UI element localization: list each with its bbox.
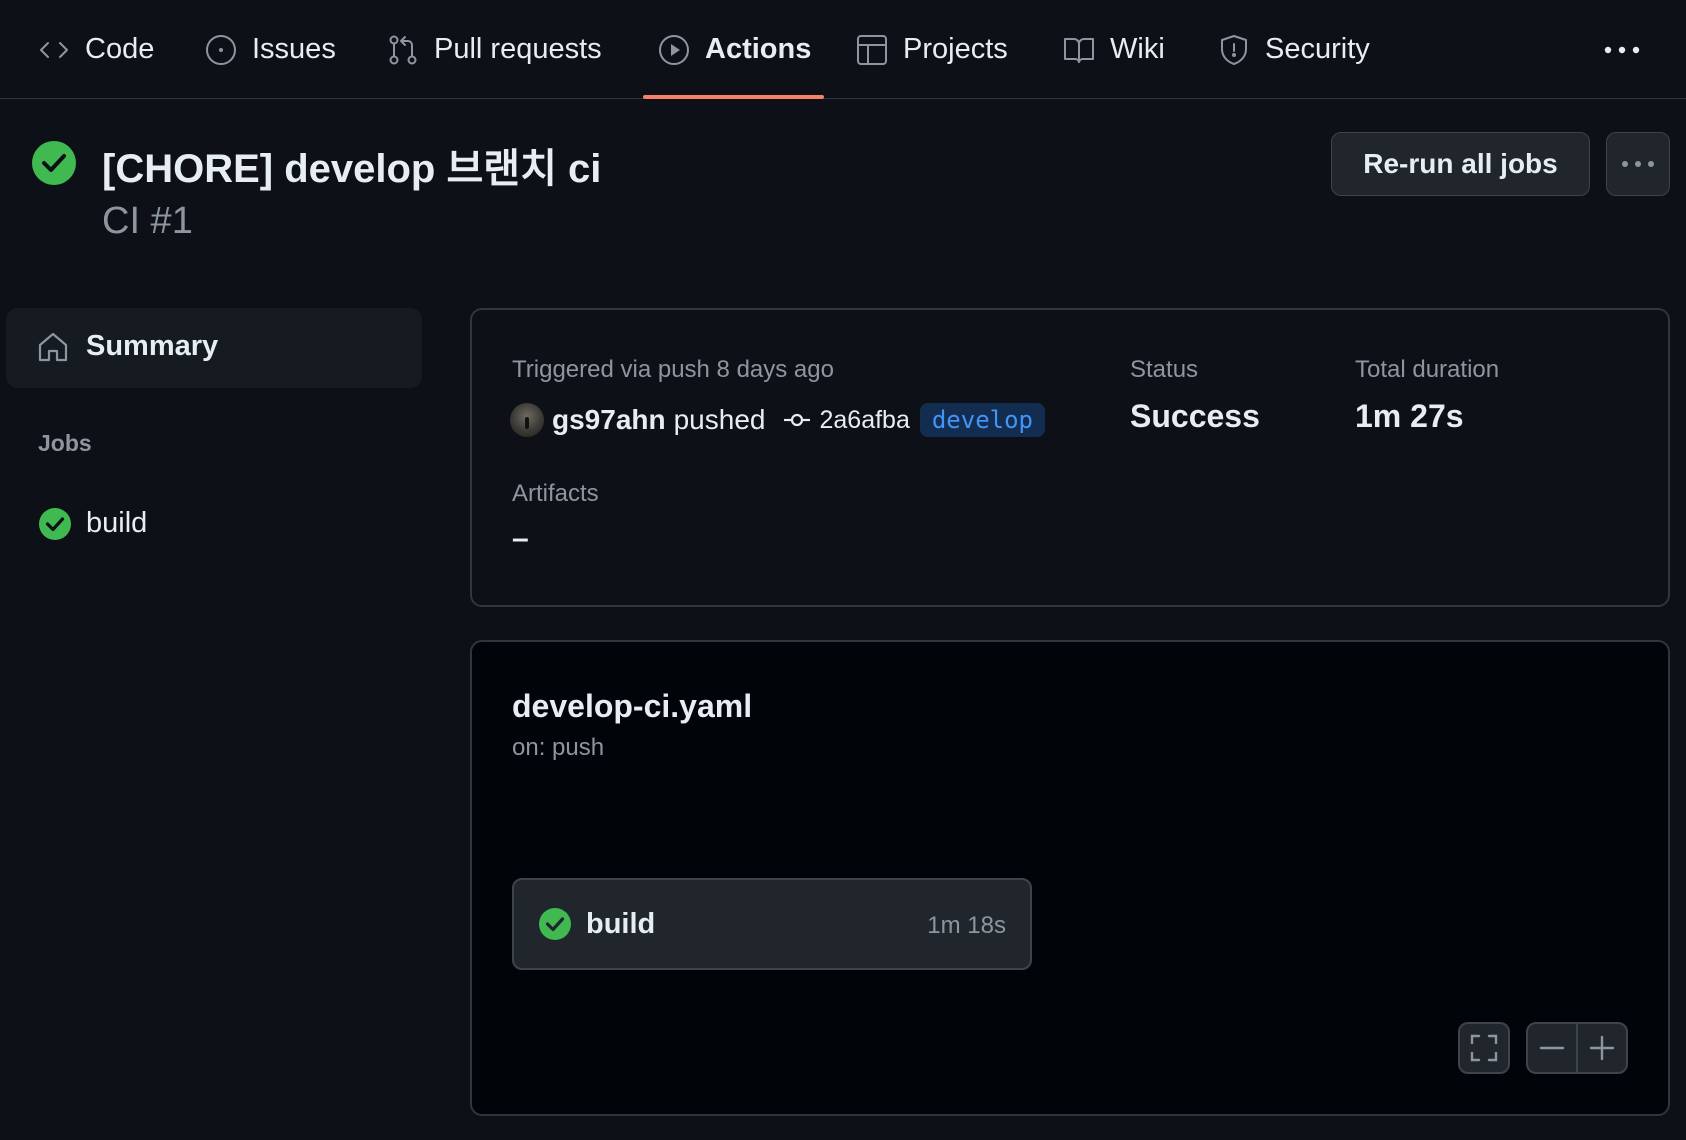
- plus-icon: [1589, 1035, 1615, 1061]
- workflow-trigger: on: push: [512, 734, 605, 761]
- tab-issues[interactable]: Issues: [204, 0, 336, 99]
- tab-code-label: Code: [85, 33, 155, 65]
- check-circle-fill-icon: [538, 907, 572, 941]
- actor-link[interactable]: gs97ahn: [552, 404, 666, 436]
- issue-opened-icon: [204, 33, 238, 67]
- tab-pull-requests[interactable]: Pull requests: [386, 0, 602, 99]
- tab-wiki-label: Wiki: [1110, 33, 1165, 65]
- total-duration-label: Total duration: [1355, 356, 1500, 383]
- status-value: Success: [1130, 398, 1260, 434]
- table-icon: [855, 33, 889, 67]
- tab-projects[interactable]: Projects: [855, 0, 1008, 99]
- dash-icon: [1539, 1035, 1565, 1061]
- run-subtitle: CI #1: [102, 200, 193, 242]
- tab-pull-requests-label: Pull requests: [434, 33, 602, 65]
- push-info: gs97ahn pushed 2a6afba develop: [510, 400, 1046, 440]
- nav-more-button[interactable]: [1600, 30, 1644, 70]
- avatar[interactable]: [510, 403, 544, 437]
- sidebar-item-summary[interactable]: Summary: [6, 308, 422, 388]
- tab-issues-label: Issues: [252, 33, 336, 65]
- home-icon: [36, 330, 70, 364]
- sidebar-summary-label: Summary: [86, 330, 219, 362]
- zoom-in-button[interactable]: [1576, 1022, 1628, 1074]
- repo-nav: Code Issues Pull requests Actions Projec…: [0, 0, 1686, 99]
- code-icon: [37, 33, 71, 67]
- tab-actions-label: Actions: [705, 33, 812, 65]
- check-circle-fill-icon: [31, 140, 77, 186]
- workflow-job-duration: 1m 18s: [927, 912, 1006, 939]
- commit-sha-link[interactable]: 2a6afba: [819, 406, 909, 435]
- run-more-button[interactable]: [1606, 132, 1670, 196]
- fullscreen-button[interactable]: [1458, 1022, 1510, 1074]
- tab-projects-label: Projects: [903, 33, 1008, 65]
- sidebar-job-label: build: [86, 507, 148, 539]
- tab-wiki[interactable]: Wiki: [1062, 0, 1165, 99]
- workflow-job-build[interactable]: build 1m 18s: [512, 878, 1032, 970]
- kebab-horizontal-icon: [1604, 45, 1640, 55]
- shield-icon: [1217, 33, 1251, 67]
- check-circle-fill-icon: [38, 507, 72, 541]
- sidebar-item-job-build[interactable]: build: [6, 494, 422, 554]
- tab-code[interactable]: Code: [37, 0, 154, 99]
- push-action-text: pushed: [673, 404, 766, 435]
- tab-security-label: Security: [1265, 33, 1370, 65]
- git-commit-icon: [783, 410, 811, 430]
- git-pull-request-icon: [386, 33, 420, 67]
- tab-actions[interactable]: Actions: [657, 0, 811, 99]
- total-duration-value: 1m 27s: [1355, 398, 1464, 434]
- run-summary-card: [470, 308, 1670, 607]
- jobs-heading: Jobs: [38, 430, 92, 456]
- trigger-text: Triggered via push 8 days ago: [512, 356, 834, 383]
- workflow-job-name: build: [586, 908, 656, 940]
- play-icon: [657, 33, 691, 67]
- artifacts-value: –: [512, 522, 529, 555]
- workflow-file-name: develop-ci.yaml: [512, 688, 753, 724]
- branch-badge[interactable]: develop: [919, 403, 1046, 437]
- tab-security[interactable]: Security: [1217, 0, 1370, 99]
- fullscreen-icon: [1469, 1033, 1499, 1063]
- rerun-all-jobs-button[interactable]: Re-run all jobs: [1331, 132, 1590, 196]
- zoom-out-button[interactable]: [1526, 1022, 1578, 1074]
- status-label: Status: [1130, 356, 1199, 383]
- kebab-horizontal-icon: [1621, 160, 1655, 168]
- book-icon: [1062, 33, 1096, 67]
- active-tab-underline: [643, 95, 824, 99]
- artifacts-label: Artifacts: [512, 480, 599, 507]
- run-title: [CHORE] develop 브랜치 ci: [102, 147, 602, 191]
